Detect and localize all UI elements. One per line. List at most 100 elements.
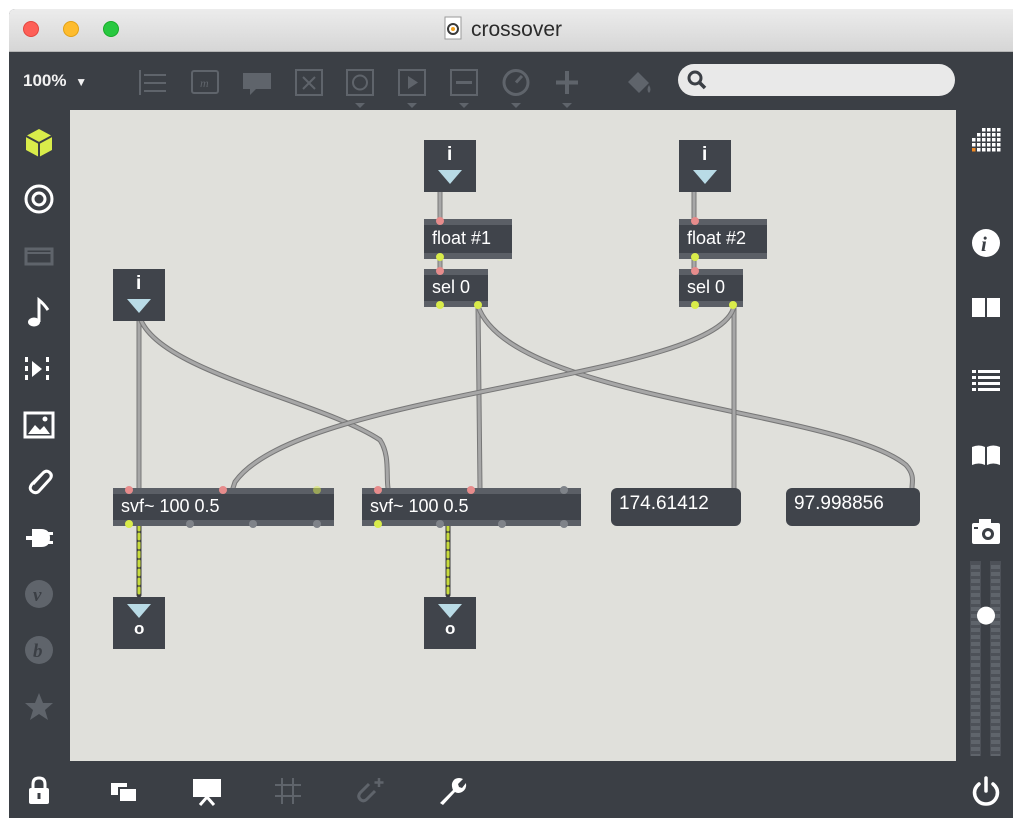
inlet-port[interactable] [313,486,321,494]
patch-cord[interactable] [475,303,483,491]
number-box[interactable]: 174.61412 [611,488,741,526]
volume-knob [977,606,995,625]
outlet-object[interactable]: o [424,597,476,649]
float-object[interactable]: float #2 [679,217,767,261]
zoom-level: 100% [23,71,67,90]
patcher-canvas[interactable]: i i i float #1 float #2 sel 0 sel 0 svf~… [70,110,956,762]
image-icon[interactable] [22,408,56,442]
grid-icon[interactable] [271,774,305,808]
zoom-dropdown[interactable]: 100% ▼ [23,71,87,91]
inlet-port[interactable] [436,267,444,275]
sequencer-icon[interactable] [22,352,56,386]
outlet-object[interactable]: o [113,597,165,649]
svf-object[interactable]: svf~ 100 0.5 [362,486,581,528]
svf-object[interactable]: svf~ 100 0.5 [113,486,334,528]
music-note-icon[interactable] [22,296,56,330]
zoom-button[interactable] [103,21,119,37]
list-icon[interactable] [969,364,1003,398]
svg-text:m: m [200,76,209,90]
number-box[interactable]: 97.998856 [786,488,920,526]
lock-icon[interactable] [22,774,56,808]
target-icon[interactable] [22,182,56,216]
inlet-label: i [447,144,453,165]
cube-icon[interactable] [22,126,56,160]
comment-icon[interactable] [240,65,274,99]
arrow-down-icon [127,604,151,618]
book-split-icon[interactable] [969,290,1003,324]
outlet-port[interactable] [186,520,194,528]
svg-text:b: b [33,641,43,662]
number-value: 97.998856 [794,493,884,514]
inlet-object[interactable]: i [424,140,476,192]
grid-icon[interactable] [969,122,1003,156]
right-sidebar: i [956,110,1013,762]
info-icon[interactable]: i [969,226,1003,260]
play-icon[interactable] [395,65,429,108]
window-title: crossover [471,18,563,41]
outlet-port[interactable] [729,301,737,309]
patch-cord[interactable] [136,311,391,491]
inlet-object[interactable]: i [113,269,165,321]
b-icon[interactable]: b [22,633,56,667]
outlet-port[interactable] [313,520,321,528]
sel-object[interactable]: sel 0 [424,267,488,309]
button-icon[interactable] [343,65,377,108]
chevron-down-icon: ▼ [75,75,88,89]
bpatcher-icon[interactable] [136,65,170,99]
search-input[interactable] [678,64,955,96]
inlet-port[interactable] [125,486,133,494]
inlet-label: i [702,144,708,165]
power-icon[interactable] [969,774,1003,808]
dial-icon[interactable] [499,65,533,108]
object-label: sel 0 [687,277,726,297]
svg-text:i: i [981,232,987,256]
add-icon[interactable] [550,65,584,108]
outlet-port[interactable] [125,520,133,528]
inlet-port[interactable] [560,486,568,494]
outlet-port[interactable] [436,253,444,261]
inlet-port[interactable] [219,486,227,494]
inlet-port[interactable] [374,486,382,494]
star-icon[interactable] [22,690,56,724]
message-icon[interactable]: m [188,65,222,99]
close-button[interactable] [23,21,39,37]
book-icon[interactable] [969,438,1003,472]
arrow-down-icon [127,299,151,313]
sel-object[interactable]: sel 0 [679,267,743,309]
outlet-port[interactable] [474,301,482,309]
v-icon[interactable]: v [22,577,56,611]
paint-bucket-icon[interactable] [622,65,656,99]
outlet-port[interactable] [560,520,568,528]
outlet-port[interactable] [498,520,506,528]
presentation-icon[interactable] [190,774,224,808]
paperclip-icon[interactable] [22,464,56,498]
outlet-port[interactable] [374,520,382,528]
outlet-label: o [445,619,456,638]
inlet-object[interactable]: i [679,140,731,192]
arrow-down-icon [438,170,462,184]
level-meter-icon[interactable] [970,561,1002,758]
camera-icon[interactable] [969,514,1003,548]
minimize-button[interactable] [63,21,79,37]
toggle-icon[interactable] [292,65,326,99]
windows-icon[interactable] [107,774,141,808]
outlet-port[interactable] [249,520,257,528]
inlet-port[interactable] [691,217,699,225]
wrench-icon[interactable] [434,774,468,808]
object-label: float #2 [687,228,747,248]
device-icon[interactable] [22,239,56,273]
plug-icon[interactable] [22,521,56,555]
outlet-port[interactable] [436,301,444,309]
title-bar: crossover [9,9,1013,52]
patch-cord[interactable] [475,303,915,491]
outlet-port[interactable] [436,520,444,528]
add-clip-icon[interactable] [353,774,387,808]
arrow-down-icon [438,604,462,618]
inlet-port[interactable] [691,267,699,275]
inlet-port[interactable] [436,217,444,225]
outlet-port[interactable] [691,253,699,261]
slider-icon[interactable] [447,65,481,108]
inlet-port[interactable] [467,486,475,494]
float-object[interactable]: float #1 [424,217,512,261]
outlet-port[interactable] [691,301,699,309]
